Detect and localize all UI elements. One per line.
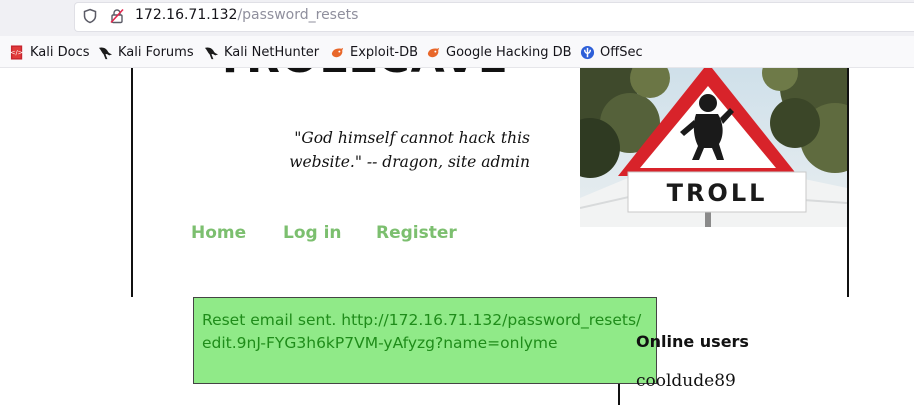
exploit-db-icon — [331, 47, 344, 57]
online-user-item[interactable]: cooldude89 — [636, 371, 736, 391]
bookmark-label: Kali Forums — [118, 44, 194, 60]
site-title: TROLLCAVE — [215, 68, 509, 83]
bookmark-kali-nethunter[interactable]: Kali NetHunter — [204, 43, 319, 61]
url-text[interactable]: 172.16.71.132/password_resets — [135, 7, 358, 23]
nav-register-link[interactable]: Register — [376, 223, 457, 243]
flash-message: Reset email sent. http://172.16.71.132/p… — [193, 297, 657, 384]
page-content: TROLLCAVE "God himself cannot hack this … — [0, 68, 914, 405]
svg-text:</>: </> — [10, 48, 23, 56]
exploit-db-icon — [427, 47, 440, 57]
bookmarks-toolbar: </> Kali Docs Kali Forums Kali NetHunter… — [0, 36, 914, 68]
bookmark-label: Google Hacking DB — [446, 44, 572, 60]
online-users-heading: Online users — [636, 332, 749, 351]
url-path: /password_resets — [237, 7, 359, 23]
left-border-line — [131, 68, 133, 297]
bookmark-exploit-db[interactable]: Exploit-DB — [330, 43, 418, 61]
bookmark-offsec[interactable]: OffSec — [580, 43, 643, 61]
offsec-icon — [580, 45, 595, 59]
troll-sign-text: TROLL — [667, 179, 768, 207]
bookmark-label: Kali Docs — [30, 44, 90, 60]
shield-icon[interactable] — [82, 8, 98, 24]
bookmark-google-hacking-db[interactable]: Google Hacking DB — [426, 43, 572, 61]
kali-docs-icon: </> — [10, 44, 23, 60]
right-border-line — [847, 68, 849, 297]
nav-login-link[interactable]: Log in — [283, 223, 342, 243]
troll-sign-image: TROLL — [580, 68, 847, 227]
kali-dragon-icon — [204, 46, 219, 59]
bookmark-label: Kali NetHunter — [224, 44, 320, 60]
nav-home-link[interactable]: Home — [191, 223, 246, 243]
bookmark-kali-forums[interactable]: Kali Forums — [98, 43, 194, 61]
browser-toolbar: 172.16.71.132/password_resets — [0, 0, 914, 36]
insecure-lock-icon[interactable] — [109, 8, 125, 24]
bookmark-label: Exploit-DB — [350, 44, 419, 60]
site-quote: "God himself cannot hack this website." … — [289, 129, 530, 171]
url-host: 172.16.71.132 — [135, 7, 238, 23]
kali-dragon-icon — [98, 46, 113, 59]
bookmark-kali-docs[interactable]: </> Kali Docs — [10, 43, 90, 61]
bookmark-label: OffSec — [600, 44, 643, 60]
